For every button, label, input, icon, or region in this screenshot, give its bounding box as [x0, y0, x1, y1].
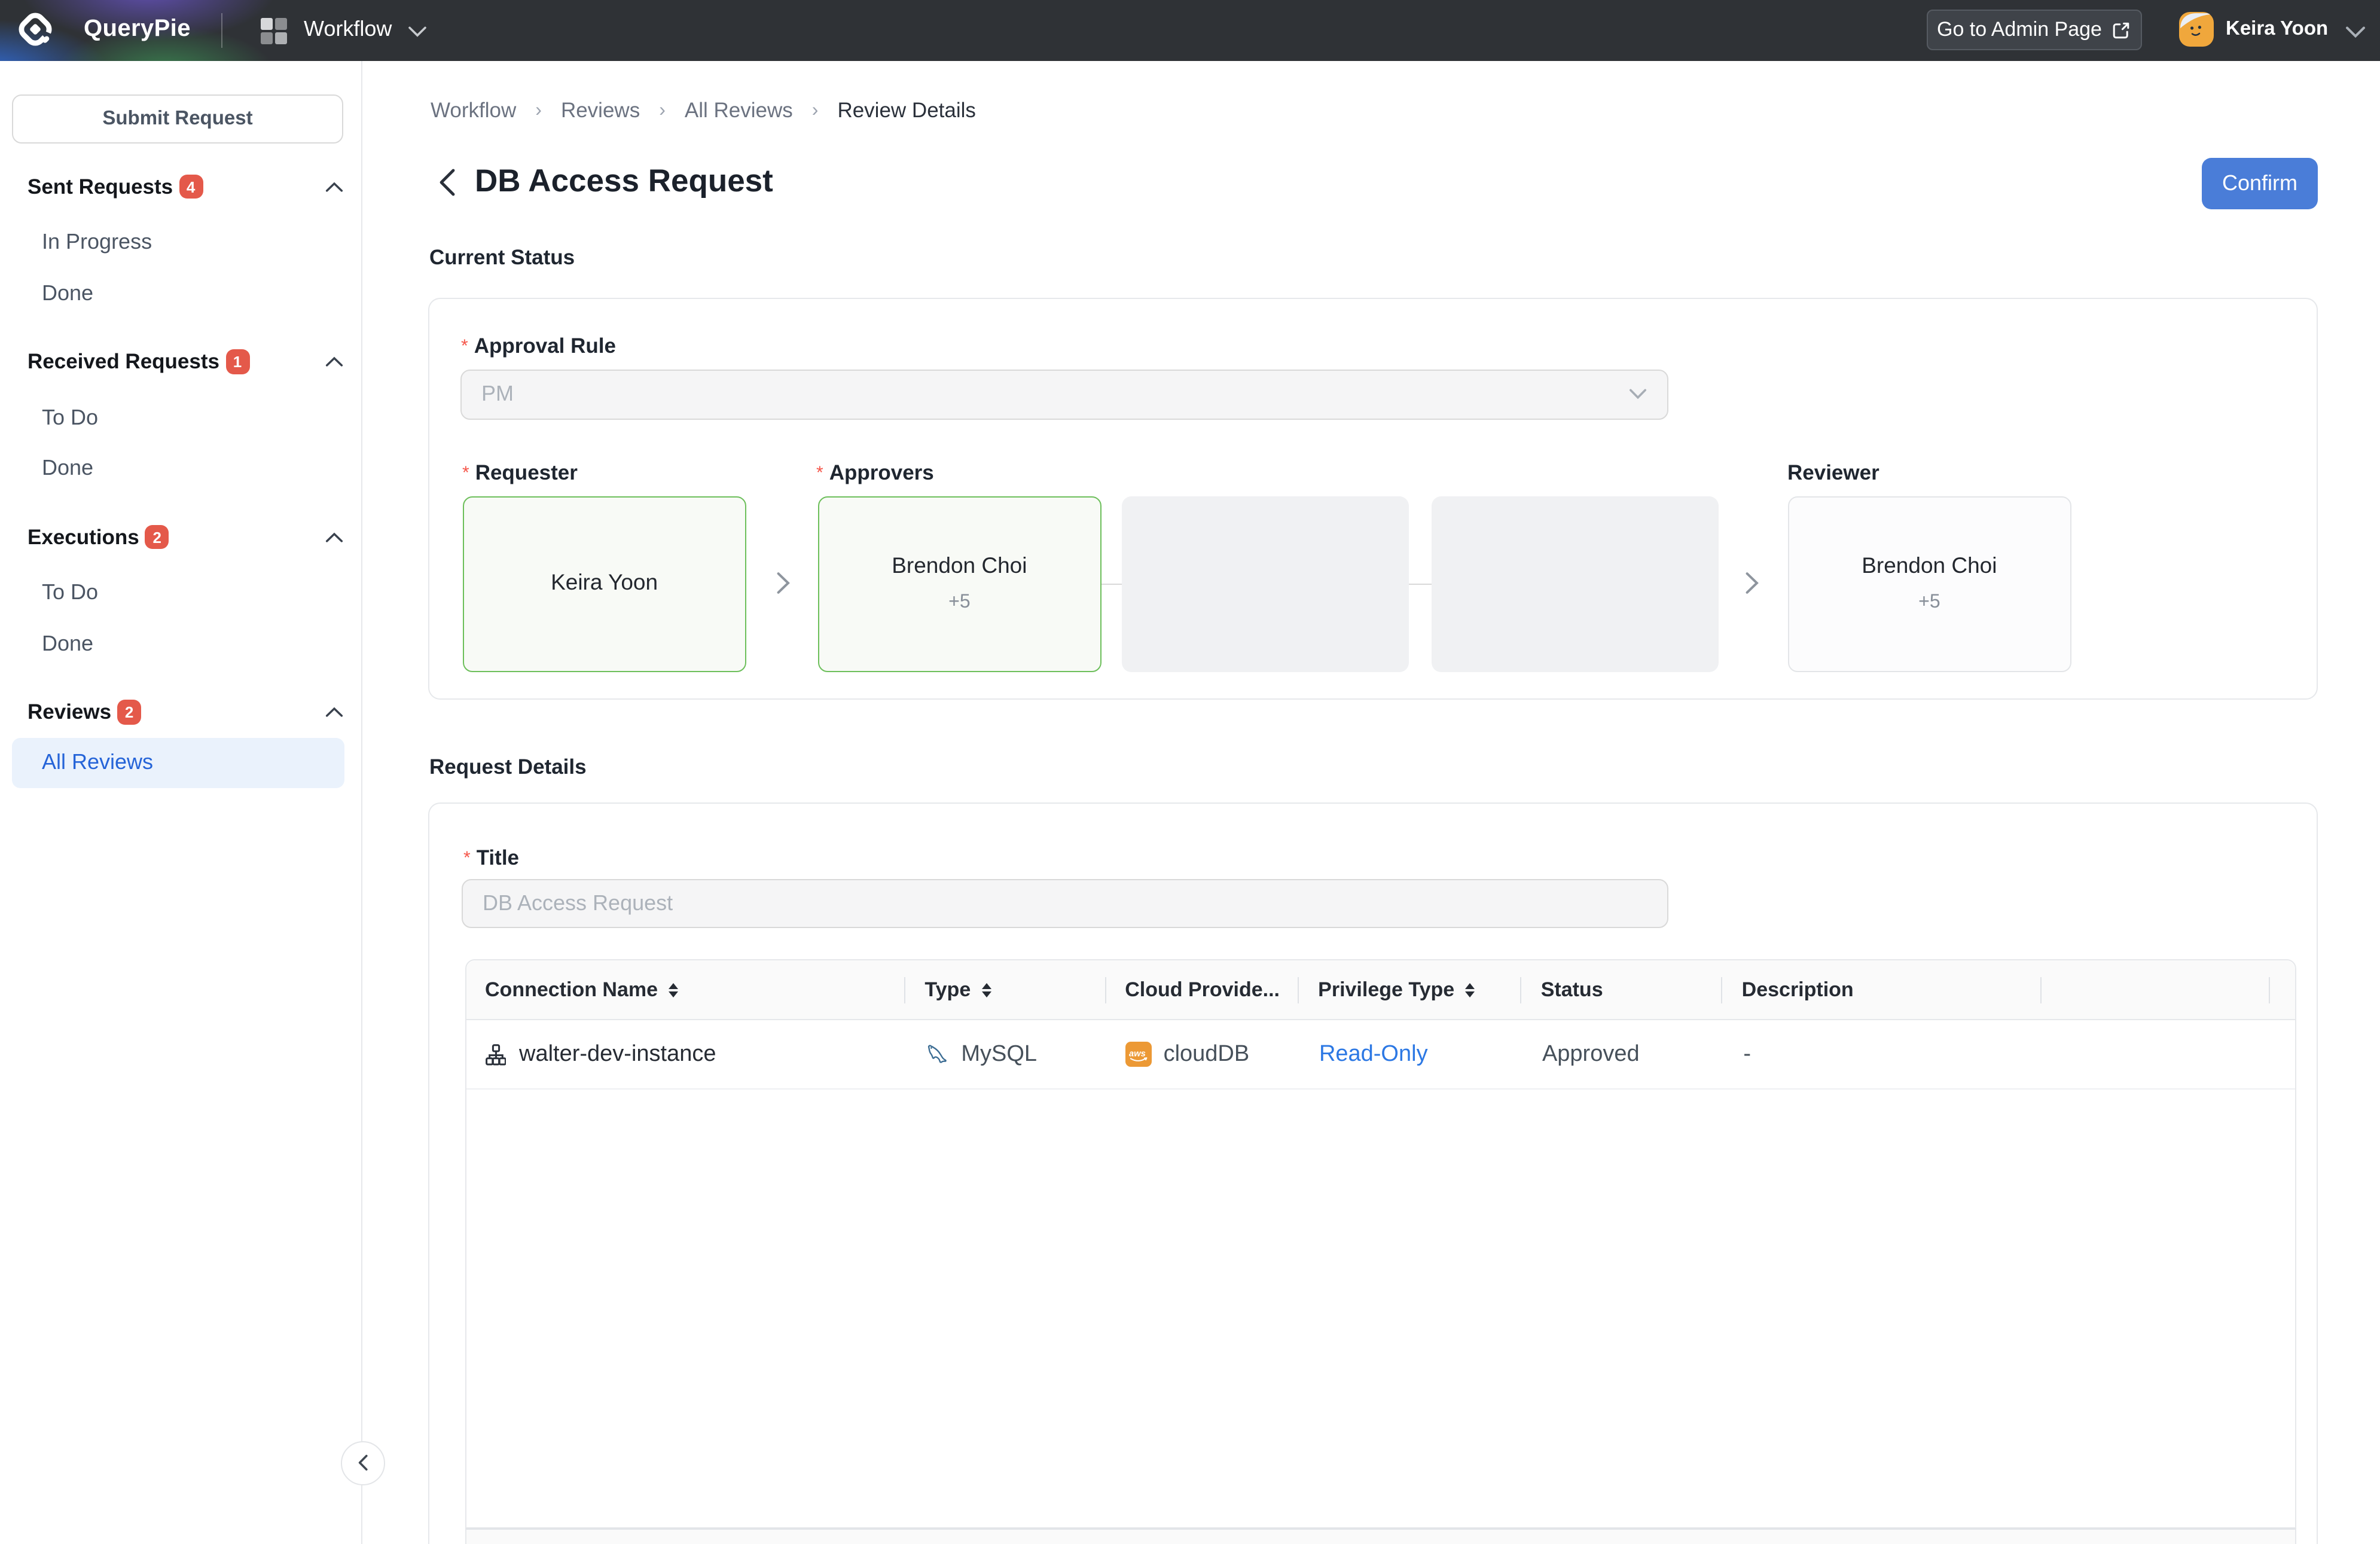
svg-text:aws: aws — [1128, 1048, 1145, 1058]
